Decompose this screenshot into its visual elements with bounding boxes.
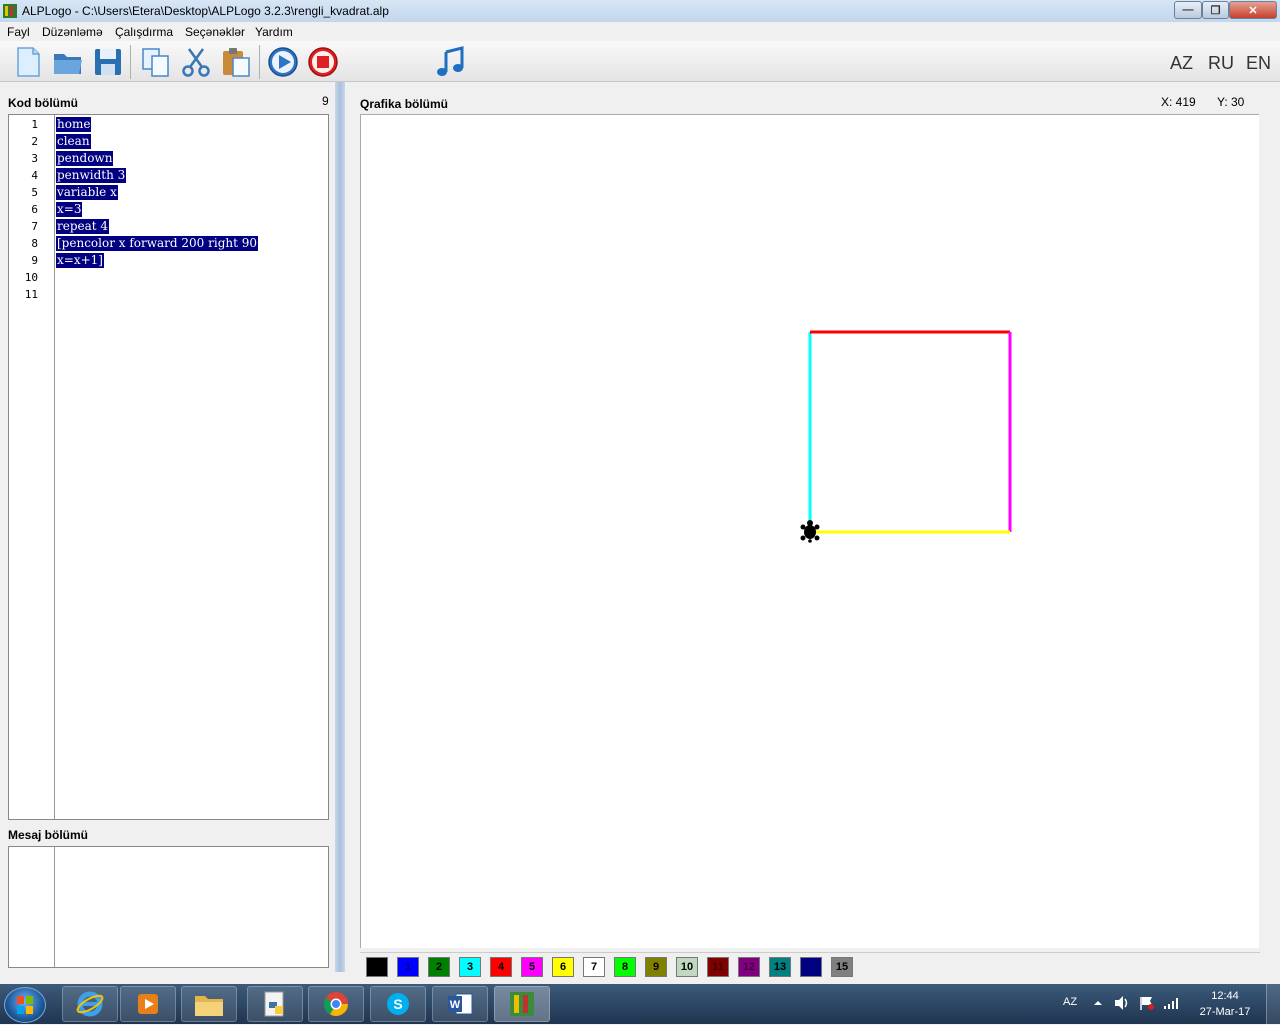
show-desktop-button[interactable] xyxy=(1266,984,1280,1024)
maximize-button[interactable]: ❐ xyxy=(1202,1,1229,19)
code-line[interactable]: variable x xyxy=(56,185,118,200)
menu-secenekler[interactable]: Seçənəklər xyxy=(185,25,245,39)
message-box[interactable] xyxy=(8,846,329,968)
copy-icon[interactable] xyxy=(140,46,172,78)
menu-bar: Fayl Düzənləmə Çalışdırma Seçənəklər Yar… xyxy=(0,22,1280,41)
color-swatch[interactable]: 7 xyxy=(583,957,605,977)
color-swatch[interactable]: 12 xyxy=(738,957,760,977)
line-count: 9 xyxy=(322,94,329,108)
internet-explorer-icon[interactable] xyxy=(62,986,118,1022)
line-number: 11 xyxy=(24,288,38,301)
skype-icon[interactable]: S xyxy=(370,986,426,1022)
color-swatch[interactable]: 5 xyxy=(521,957,543,977)
color-palette: 1 2 3 4 5 6 7 8 9 10 11 12 13 14 15 xyxy=(360,952,1260,981)
line-number: 1 xyxy=(31,118,38,131)
run-icon[interactable] xyxy=(267,46,299,78)
color-swatch[interactable] xyxy=(366,957,388,977)
toolbar-separator xyxy=(259,45,260,79)
color-swatch[interactable]: 10 xyxy=(676,957,698,977)
drawing-surface xyxy=(800,330,1012,543)
language-en-button[interactable]: EN xyxy=(1246,53,1271,74)
message-section-label: Mesaj bölümü xyxy=(8,828,89,842)
cut-icon[interactable] xyxy=(180,46,212,78)
chrome-icon[interactable] xyxy=(308,986,364,1022)
color-swatch[interactable]: 15 xyxy=(831,957,853,977)
toolbar: AZ RU EN xyxy=(0,41,1280,82)
graphics-section-label: Qrafika bölümü xyxy=(360,97,449,111)
line-number: 9 xyxy=(31,254,38,267)
menu-fayl[interactable]: Fayl xyxy=(7,25,30,39)
toolbar-separator xyxy=(130,45,131,79)
clock-time[interactable]: 12:44 xyxy=(1200,990,1250,1002)
color-swatch[interactable]: 11 xyxy=(707,957,729,977)
start-button[interactable] xyxy=(4,987,46,1023)
code-editor[interactable]: 1 2 3 4 5 6 7 8 9 10 11 home clean pendown penwidth 3… xyxy=(8,114,329,820)
code-line[interactable]: pendown xyxy=(56,151,114,166)
line-number-gutter: 1 2 3 4 5 6 7 8 9 10 11 xyxy=(9,115,55,819)
windows-logo-icon xyxy=(17,996,33,1014)
svg-text:S: S xyxy=(393,996,402,1012)
cursor-x-coordinate: X: 419 xyxy=(1161,95,1196,109)
line-number: 6 xyxy=(31,203,38,216)
alplogo-icon[interactable] xyxy=(494,986,550,1022)
volume-icon[interactable] xyxy=(1113,995,1131,1011)
color-swatch[interactable]: 4 xyxy=(490,957,512,977)
color-swatch[interactable]: 3 xyxy=(459,957,481,977)
color-swatch[interactable]: 1 xyxy=(397,957,419,977)
stop-icon[interactable] xyxy=(307,46,339,78)
code-line[interactable]: penwidth 3 xyxy=(56,168,127,183)
menu-yardim[interactable]: Yardım xyxy=(255,25,293,39)
line-number: 5 xyxy=(31,186,38,199)
clock-date[interactable]: 27-Mar-17 xyxy=(1192,1006,1258,1018)
open-folder-icon[interactable] xyxy=(52,46,84,78)
line-number: 2 xyxy=(31,135,38,148)
color-swatch[interactable]: 2 xyxy=(428,957,450,977)
cursor-y-coordinate: Y: 30 xyxy=(1217,95,1245,109)
menu-duzenleme[interactable]: Düzənləmə xyxy=(42,25,103,39)
tray-expand-icon[interactable] xyxy=(1093,998,1103,1008)
alplogo-app-icon xyxy=(3,4,17,18)
menu-calisdirma[interactable]: Çalışdırma xyxy=(115,25,173,39)
line-number: 7 xyxy=(31,220,38,233)
color-swatch[interactable]: 9 xyxy=(645,957,667,977)
color-swatch[interactable]: 6 xyxy=(552,957,574,977)
language-az-button[interactable]: AZ xyxy=(1170,53,1193,74)
music-note-icon[interactable] xyxy=(435,46,467,78)
network-signal-icon[interactable] xyxy=(1163,996,1179,1010)
svg-text:W: W xyxy=(450,999,461,1011)
code-line[interactable]: [pencolor x forward 200 right 90 xyxy=(56,236,259,251)
code-section-label: Kod bölümü xyxy=(8,96,78,110)
panel-splitter[interactable] xyxy=(335,82,345,972)
line-number: 8 xyxy=(31,237,38,250)
minimize-button[interactable]: — xyxy=(1174,1,1202,19)
tray-language-indicator[interactable]: AZ xyxy=(1063,996,1077,1008)
title-bar: ALPLogo - C:\Users\Etera\Desktop\ALPLogo… xyxy=(0,0,1280,23)
paste-icon[interactable] xyxy=(220,46,252,78)
color-swatch[interactable]: 14 xyxy=(800,957,822,977)
taskbar: S W AZ 12:44 27-Mar-17 xyxy=(0,984,1280,1024)
code-line[interactable]: x=x+1] xyxy=(56,253,104,268)
close-button[interactable]: ✕ xyxy=(1229,1,1277,19)
python-icon[interactable] xyxy=(247,986,303,1022)
media-player-icon[interactable] xyxy=(120,986,176,1022)
file-explorer-icon[interactable] xyxy=(181,986,237,1022)
line-number: 4 xyxy=(31,169,38,182)
save-icon[interactable] xyxy=(92,46,124,78)
action-center-flag-icon[interactable] xyxy=(1138,995,1156,1011)
word-icon[interactable]: W xyxy=(432,986,488,1022)
color-swatch[interactable]: 8 xyxy=(614,957,636,977)
graphics-canvas[interactable] xyxy=(360,114,1259,948)
code-line[interactable]: x=3 xyxy=(56,202,83,217)
code-line[interactable]: home xyxy=(56,117,92,132)
message-gutter xyxy=(9,847,55,967)
code-line[interactable]: clean xyxy=(56,134,91,149)
line-number: 3 xyxy=(31,152,38,165)
color-swatch[interactable]: 13 xyxy=(769,957,791,977)
line-number: 10 xyxy=(24,271,38,284)
window-title: ALPLogo - C:\Users\Etera\Desktop\ALPLogo… xyxy=(22,4,389,18)
code-line[interactable]: repeat 4 xyxy=(56,219,110,234)
language-ru-button[interactable]: RU xyxy=(1208,53,1234,74)
new-file-icon[interactable] xyxy=(12,46,44,78)
